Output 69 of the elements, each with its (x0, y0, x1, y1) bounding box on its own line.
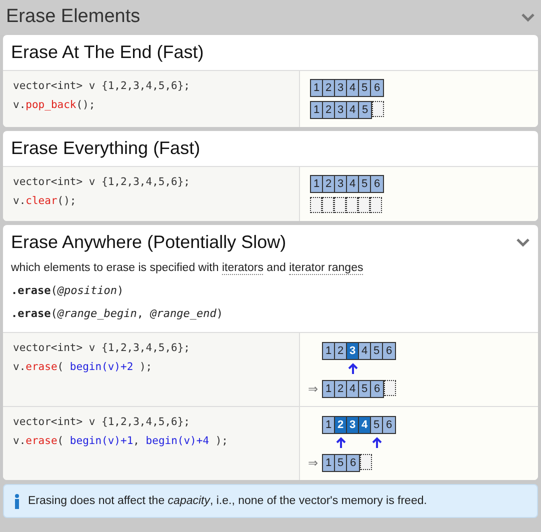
vector-cell: 2 (335, 381, 347, 398)
vector-cell: 1 (323, 343, 335, 360)
empty-slot (346, 197, 358, 213)
vector-cell: 2 (323, 80, 335, 96)
code-line: v.clear(); (13, 194, 78, 209)
vector-cell: 2 (323, 176, 335, 192)
vector-cell: 1 (311, 176, 323, 192)
code-line: vector<int> v {1,2,3,4,5,6}; (13, 175, 192, 190)
vector-cell: 6 (347, 455, 359, 472)
vector-cell: 5 (359, 102, 371, 118)
vector-cell: 1 (323, 417, 335, 434)
vector-cell: 5 (359, 80, 371, 96)
vector-cell: 6 (371, 176, 383, 192)
code-line: v.erase( begin(v)+1, begin(v)+4 ); (13, 434, 229, 450)
vector-cell: 5 (371, 417, 383, 434)
up-arrow-icon (372, 437, 382, 450)
code-line: vector<int> v {1,2,3,4,5,6}; (13, 415, 192, 430)
chevron-icon[interactable] (521, 13, 535, 22)
vector-cell: 6 (371, 381, 383, 398)
vector-cell: 2 (335, 343, 347, 360)
section-title: Erase Anywhere (Potentially Slow) (11, 231, 286, 254)
signature: .erase(@range_begin, @range_end) (11, 306, 224, 322)
vector-cell: 1 (323, 455, 335, 472)
vector-cell: 2 (335, 417, 347, 434)
vector-cell: 5 (371, 343, 383, 360)
vector-cell: 6 (371, 80, 383, 96)
vector-cell: 1 (311, 80, 323, 96)
vector-cell: 4 (347, 381, 359, 398)
vector-cell: 4 (347, 102, 359, 118)
vector-cell: 6 (383, 417, 395, 434)
section-title: Erase At The End (Fast) (11, 41, 204, 64)
code-line: v.erase( begin(v)+2 ); (13, 360, 154, 376)
vector-cell: 1 (323, 381, 335, 398)
vector-cell: 3 (335, 102, 347, 118)
vector-cell: 4 (347, 80, 359, 96)
vector-cell: 5 (359, 381, 371, 398)
up-arrow-icon (336, 437, 346, 450)
code-line: vector<int> v {1,2,3,4,5,6}; (13, 341, 192, 356)
signature: .erase(@position) (11, 283, 125, 300)
vector-cell: 3 (335, 80, 347, 96)
vector-cell: 4 (359, 417, 371, 434)
vector-cell: 3 (335, 176, 347, 192)
vector-cell: 1 (311, 102, 323, 118)
result-arrow: ⇒ (308, 381, 318, 398)
result-arrow: ⇒ (308, 455, 318, 472)
code-line: v.pop_back(); (13, 98, 96, 113)
empty-slot (334, 197, 346, 213)
info-icon (14, 494, 20, 509)
vector-cell: 2 (323, 102, 335, 118)
link[interactable]: iterator ranges (289, 262, 364, 275)
code-line: vector<int> v {1,2,3,4,5,6}; (13, 79, 192, 94)
intro-text: which elements to erase is specified with iterators and iterator ranges (11, 261, 364, 277)
vector-cell: 6 (383, 343, 395, 360)
vector-cell: 4 (359, 343, 371, 360)
vector-cell: 3 (347, 417, 359, 434)
note-text: Erasing does not affect the capacity, i.e., none of the vector's memory is freed. (28, 494, 427, 509)
empty-slot (310, 197, 322, 213)
panel-title: Erase Elements (6, 5, 140, 30)
vector-cell: 4 (347, 176, 359, 192)
up-arrow-icon (348, 363, 358, 376)
vector-cell: 5 (359, 176, 371, 192)
link[interactable]: iterators (222, 262, 264, 275)
chevron-icon[interactable] (516, 238, 530, 247)
empty-slot (358, 197, 370, 213)
section-title: Erase Everything (Fast) (11, 137, 200, 160)
vector-cell: 3 (347, 343, 359, 360)
empty-slot (370, 197, 382, 213)
vector-cell: 5 (335, 455, 347, 472)
empty-slot (322, 197, 334, 213)
